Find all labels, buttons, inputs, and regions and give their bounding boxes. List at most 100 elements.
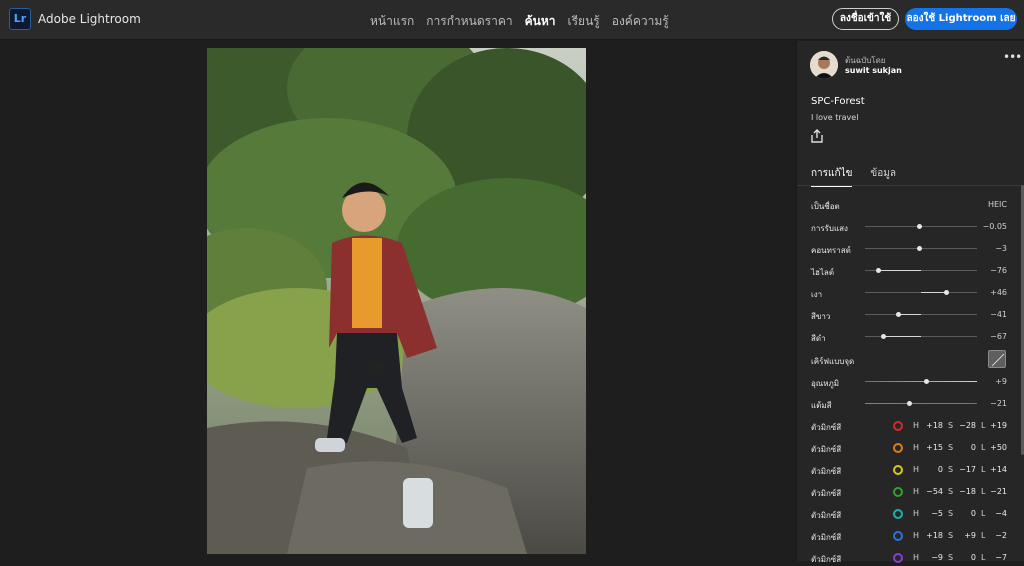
curve-icon bbox=[991, 353, 1005, 367]
adjust-knob[interactable] bbox=[880, 334, 886, 339]
color-mixer-label: ตัวมิกซ์สี bbox=[811, 511, 842, 520]
panel-tab[interactable]: การแก้ไข bbox=[811, 166, 853, 187]
nav-item[interactable]: ค้นหา bbox=[525, 12, 556, 31]
luminance-label: L bbox=[981, 421, 986, 430]
base-row: เป็นชื่อต HEIC bbox=[811, 198, 1007, 212]
more-options-icon[interactable]: ••• bbox=[1003, 50, 1022, 64]
adjust-slider[interactable] bbox=[865, 312, 977, 317]
tint-slider[interactable] bbox=[865, 401, 977, 406]
temp-knob[interactable] bbox=[923, 379, 929, 384]
tabs-divider bbox=[797, 185, 1024, 186]
adjust-value: −76 bbox=[990, 266, 1007, 275]
avatar-icon bbox=[810, 51, 838, 79]
temp-value: +9 bbox=[995, 377, 1007, 386]
luminance-label: L bbox=[981, 465, 986, 474]
adjust-slider[interactable] bbox=[865, 224, 977, 229]
hue-value: −54 bbox=[926, 487, 943, 496]
lightroom-logo[interactable]: Lr bbox=[9, 8, 31, 30]
nav-item[interactable]: เรียนรู้ bbox=[568, 12, 600, 31]
tint-knob[interactable] bbox=[906, 401, 912, 406]
adjust-value: −67 bbox=[990, 332, 1007, 341]
portrait-photo-icon bbox=[207, 48, 586, 554]
preset-title: SPC-Forest bbox=[811, 96, 865, 107]
color-mixer-row[interactable]: ตัวมิกซ์สี H −9 S 0 L −7 bbox=[811, 551, 1007, 565]
author-avatar[interactable] bbox=[810, 51, 838, 79]
luminance-value: −4 bbox=[995, 509, 1007, 518]
temp-slider[interactable] bbox=[865, 379, 977, 384]
luminance-value: +19 bbox=[990, 421, 1007, 430]
adjust-row: ไฮไลต์ −76 bbox=[811, 264, 1007, 278]
luminance-label: L bbox=[981, 509, 986, 518]
color-circle-icon bbox=[893, 509, 903, 519]
adjust-knob[interactable] bbox=[917, 224, 923, 229]
luminance-value: −21 bbox=[990, 487, 1007, 496]
adjust-value: +46 bbox=[990, 288, 1007, 297]
luminance-value: −2 bbox=[995, 531, 1007, 540]
adjust-label: การรับแสง bbox=[811, 224, 848, 233]
adjust-value: −41 bbox=[990, 310, 1007, 319]
saturation-value: −18 bbox=[959, 487, 976, 496]
color-circle-icon bbox=[893, 531, 903, 541]
nav-item[interactable]: การกำหนดราคา bbox=[426, 12, 512, 31]
share-icon[interactable] bbox=[810, 129, 824, 143]
point-curve-row: เคิร์ฟแบบจุด bbox=[811, 350, 1007, 368]
edit-panel: ต้นฉบับโดย suwit sukjan ••• SPC-Forest I… bbox=[796, 41, 1024, 564]
saturation-value: −17 bbox=[959, 465, 976, 474]
luminance-value: +14 bbox=[990, 465, 1007, 474]
top-bar: Lr Adobe Lightroom หน้าแรก การกำหนดราคา ค้… bbox=[0, 0, 1024, 40]
try-lightroom-button[interactable]: ลองใช้ Lightroom เลย bbox=[905, 8, 1017, 30]
adjust-value: −0.05 bbox=[982, 222, 1007, 231]
app-name[interactable]: Adobe Lightroom bbox=[38, 12, 141, 26]
hue-label: H bbox=[913, 487, 920, 496]
color-mixer-row[interactable]: ตัวมิกซ์สี H −5 S 0 L −4 bbox=[811, 507, 1007, 521]
temp-row: อุณหภูมิ +9 bbox=[811, 375, 1007, 389]
hue-label: H bbox=[913, 509, 920, 518]
hue-value: 0 bbox=[937, 465, 943, 474]
color-mixer-row[interactable]: ตัวมิกซ์สี H +15 S 0 L +50 bbox=[811, 441, 1007, 455]
photo-canvas bbox=[0, 41, 795, 561]
luminance-label: L bbox=[981, 531, 986, 540]
adjust-knob[interactable] bbox=[916, 246, 922, 251]
tint-label: แต้มสี bbox=[811, 401, 832, 410]
adjust-fill bbox=[898, 314, 921, 315]
adjust-slider[interactable] bbox=[865, 246, 977, 251]
saturation-label: S bbox=[948, 443, 954, 452]
adjust-label: เงา bbox=[811, 290, 823, 299]
adjust-row: สีขาว −41 bbox=[811, 308, 1007, 322]
panel-tabs: การแก้ไข ข้อมูล bbox=[811, 166, 896, 187]
point-curve-button[interactable] bbox=[988, 350, 1006, 368]
adjust-knob[interactable] bbox=[895, 312, 901, 317]
saturation-label: S bbox=[948, 421, 954, 430]
color-mixer-label: ตัวมิกซ์สี bbox=[811, 423, 842, 432]
hue-value: −5 bbox=[931, 509, 943, 518]
color-mixer-row[interactable]: ตัวมิกซ์สี H −54 S −18 L −21 bbox=[811, 485, 1007, 499]
hue-label: H bbox=[913, 531, 920, 540]
panel-tab[interactable]: ข้อมูล bbox=[870, 166, 896, 187]
color-mixer-label: ตัวมิกซ์สี bbox=[811, 445, 842, 454]
adjust-label: สีขาว bbox=[811, 312, 831, 321]
adjust-knob[interactable] bbox=[875, 268, 881, 273]
color-circle-icon bbox=[893, 465, 903, 475]
adjust-row: สีดำ −67 bbox=[811, 330, 1007, 344]
adjust-knob[interactable] bbox=[944, 290, 950, 295]
color-mixer-row[interactable]: ตัวมิกซ์สี H 0 S −17 L +14 bbox=[811, 463, 1007, 477]
adjust-row: เงา +46 bbox=[811, 286, 1007, 300]
luminance-label: L bbox=[981, 443, 986, 452]
hue-value: +18 bbox=[926, 421, 943, 430]
portrait-photo bbox=[207, 48, 586, 554]
author-name[interactable]: suwit sukjan bbox=[845, 66, 902, 75]
color-mixer-row[interactable]: ตัวมิกซ์สี H +18 S +9 L −2 bbox=[811, 529, 1007, 543]
adjust-slider[interactable] bbox=[865, 268, 977, 273]
temp-label: อุณหภูมิ bbox=[811, 379, 840, 388]
nav-item[interactable]: หน้าแรก bbox=[370, 12, 414, 31]
adjust-value: −3 bbox=[995, 244, 1007, 253]
adjust-slider[interactable] bbox=[865, 334, 977, 339]
hue-value: +15 bbox=[926, 443, 943, 452]
adjust-row: การรับแสง −0.05 bbox=[811, 220, 1007, 234]
adjust-slider[interactable] bbox=[865, 290, 977, 295]
color-circle-icon bbox=[893, 421, 903, 431]
color-mixer-row[interactable]: ตัวมิกซ์สี H +18 S −28 L +19 bbox=[811, 419, 1007, 433]
nav-item[interactable]: องค์ความรู้ bbox=[612, 12, 669, 31]
saturation-value: 0 bbox=[970, 509, 976, 518]
sign-in-button[interactable]: ลงชื่อเข้าใช้ bbox=[832, 8, 899, 30]
